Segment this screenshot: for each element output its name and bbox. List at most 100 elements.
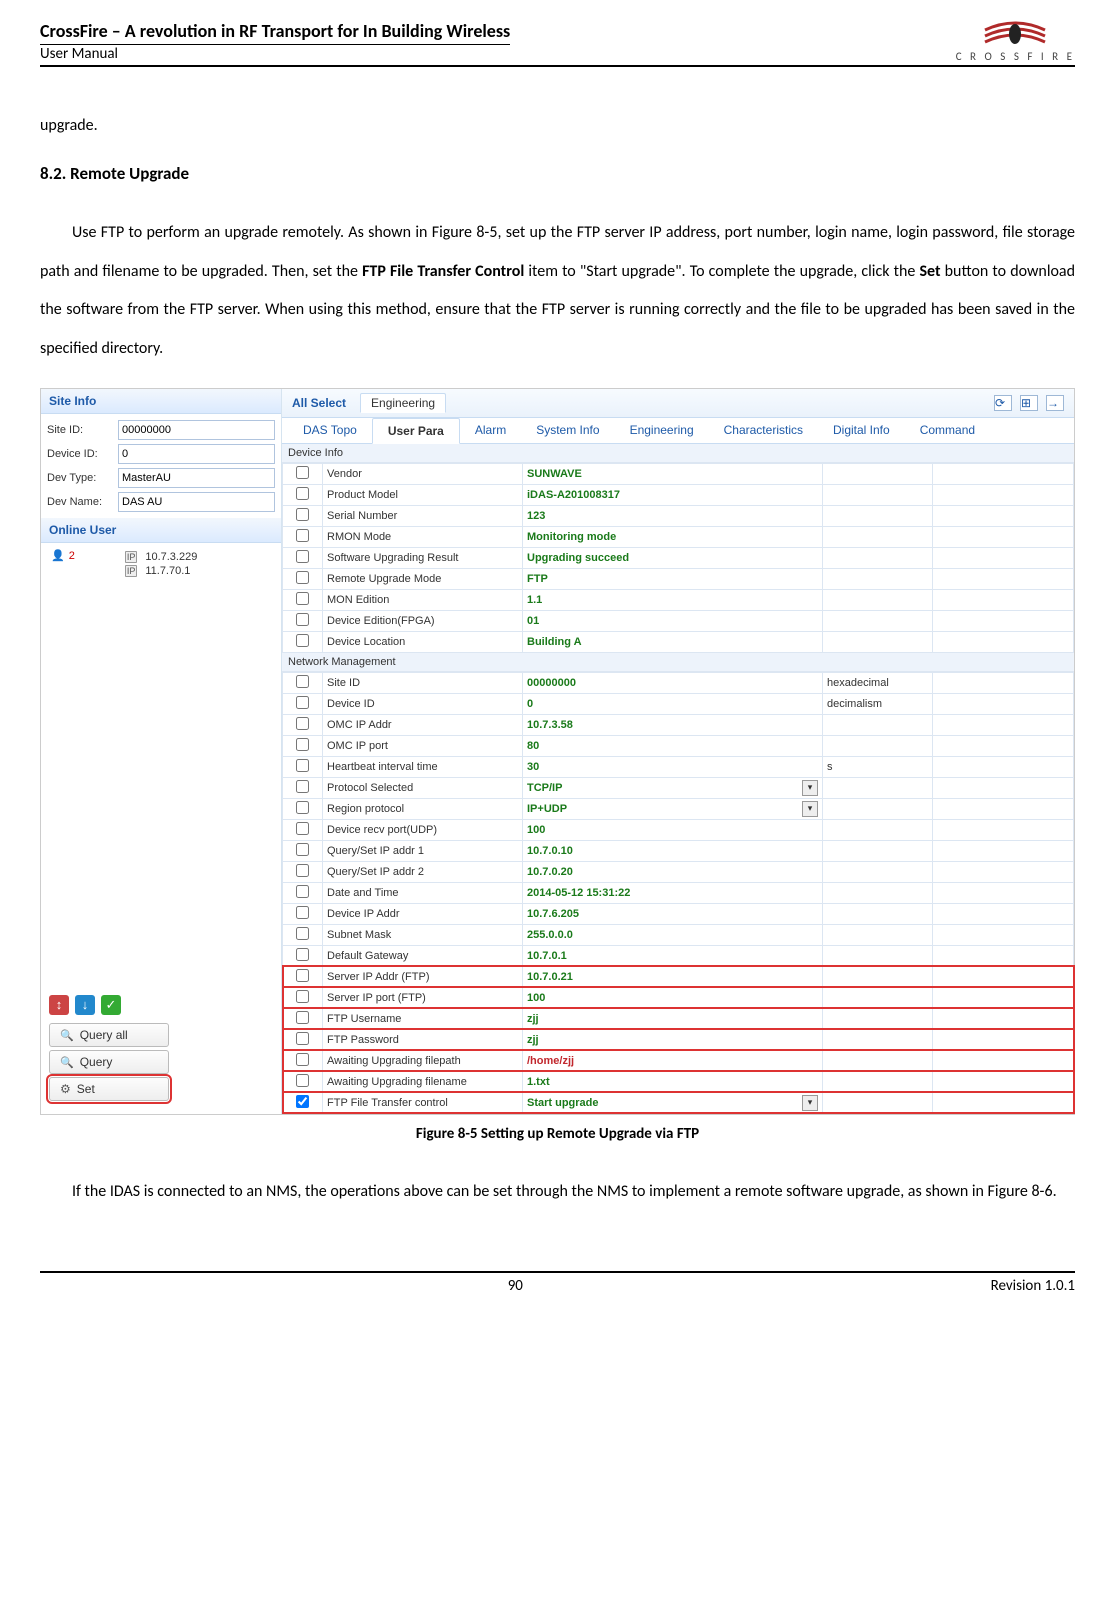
query-all-button[interactable]: Query all <box>49 1023 169 1047</box>
row-checkbox[interactable] <box>296 864 309 877</box>
row-checkbox[interactable] <box>296 592 309 605</box>
dev-type-input[interactable] <box>118 468 275 488</box>
param-value[interactable]: 2014-05-12 15:31:22 <box>523 882 823 903</box>
row-checkbox[interactable] <box>296 717 309 730</box>
row-checkbox[interactable] <box>296 550 309 563</box>
check-icon[interactable]: ✓ <box>101 995 121 1015</box>
all-select-link[interactable]: All Select <box>292 396 346 410</box>
subtab-alarm[interactable]: Alarm <box>460 418 521 443</box>
param-name: OMC IP Addr <box>323 714 523 735</box>
param-value[interactable]: FTP <box>523 568 823 589</box>
site-id-input[interactable] <box>118 420 275 440</box>
row-checkbox[interactable] <box>296 759 309 772</box>
row-checkbox[interactable] <box>296 487 309 500</box>
param-value[interactable]: TCP/IP▾ <box>523 777 823 798</box>
param-unit <box>823 610 933 631</box>
param-name: Region protocol <box>323 798 523 819</box>
row-checkbox[interactable] <box>296 843 309 856</box>
row-checkbox[interactable] <box>296 906 309 919</box>
row-checkbox[interactable] <box>296 613 309 626</box>
row-checkbox[interactable] <box>296 738 309 751</box>
dev-name-input[interactable] <box>118 492 275 512</box>
param-value[interactable]: 80 <box>523 735 823 756</box>
row-checkbox[interactable] <box>296 634 309 647</box>
param-value[interactable]: zjj <box>523 1029 823 1050</box>
param-value[interactable]: Upgrading succeed <box>523 547 823 568</box>
param-value[interactable]: Monitoring mode <box>523 526 823 547</box>
row-checkbox[interactable] <box>296 780 309 793</box>
param-value[interactable]: 10.7.0.21 <box>523 966 823 987</box>
set-button[interactable]: Set <box>49 1077 169 1101</box>
param-unit <box>823 1092 933 1113</box>
subtab-user-para[interactable]: User Para <box>372 418 460 444</box>
param-value[interactable]: 1.1 <box>523 589 823 610</box>
row-checkbox[interactable] <box>296 1074 309 1087</box>
param-value[interactable]: 100 <box>523 819 823 840</box>
export-icon[interactable]: → <box>1046 395 1064 411</box>
row-checkbox[interactable] <box>296 466 309 479</box>
row-checkbox[interactable] <box>296 571 309 584</box>
up-icon[interactable]: ↕ <box>49 995 69 1015</box>
param-value[interactable]: zjj <box>523 1008 823 1029</box>
param-value[interactable]: SUNWAVE <box>523 463 823 484</box>
param-value[interactable]: 30 <box>523 756 823 777</box>
subtab-command[interactable]: Command <box>905 418 990 443</box>
refresh-icon[interactable]: ⟳ <box>994 395 1012 411</box>
row-checkbox[interactable] <box>296 1032 309 1045</box>
param-value[interactable]: 10.7.0.10 <box>523 840 823 861</box>
param-value[interactable]: 10.7.6.205 <box>523 903 823 924</box>
subtab-engineering[interactable]: Engineering <box>615 418 709 443</box>
param-value[interactable]: Building A <box>523 631 823 652</box>
paragraph-1: Use FTP to perform an upgrade remotely. … <box>40 214 1075 368</box>
row-checkbox[interactable] <box>296 885 309 898</box>
table-row: Query/Set IP addr 110.7.0.10 <box>283 840 1074 861</box>
param-value[interactable]: /home/zjj <box>523 1050 823 1071</box>
param-name: Device Edition(FPGA) <box>323 610 523 631</box>
param-name: Device Location <box>323 631 523 652</box>
param-value[interactable]: IP+UDP▾ <box>523 798 823 819</box>
row-checkbox[interactable] <box>296 1095 309 1108</box>
top-tab-engineering[interactable]: Engineering <box>360 393 446 413</box>
param-value[interactable]: 00000000 <box>523 672 823 693</box>
row-checkbox[interactable] <box>296 969 309 982</box>
table-row: Subnet Mask255.0.0.0 <box>283 924 1074 945</box>
row-checkbox[interactable] <box>296 822 309 835</box>
table-row: Server IP port (FTP)100 <box>283 987 1074 1008</box>
subtab-digital-info[interactable]: Digital Info <box>818 418 905 443</box>
param-value[interactable]: iDAS-A201008317 <box>523 484 823 505</box>
page-number: 90 <box>40 1277 991 1295</box>
expand-icon[interactable]: ⊞ <box>1020 395 1038 411</box>
param-value[interactable]: 10.7.0.1 <box>523 945 823 966</box>
param-value[interactable]: 01 <box>523 610 823 631</box>
row-checkbox[interactable] <box>296 948 309 961</box>
chevron-down-icon[interactable]: ▾ <box>802 1095 818 1111</box>
subtab-system-info[interactable]: System Info <box>521 418 614 443</box>
param-value[interactable]: 0 <box>523 693 823 714</box>
param-value[interactable]: 10.7.3.58 <box>523 714 823 735</box>
row-checkbox[interactable] <box>296 1053 309 1066</box>
param-unit <box>823 1008 933 1029</box>
query-button[interactable]: Query <box>49 1050 169 1074</box>
row-checkbox[interactable] <box>296 990 309 1003</box>
param-value[interactable]: 1.txt <box>523 1071 823 1092</box>
param-value[interactable]: 100 <box>523 987 823 1008</box>
row-checkbox[interactable] <box>296 675 309 688</box>
param-value[interactable]: 255.0.0.0 <box>523 924 823 945</box>
table-row: Query/Set IP addr 210.7.0.20 <box>283 861 1074 882</box>
subtab-das-topo[interactable]: DAS Topo <box>288 418 372 443</box>
param-value[interactable]: Start upgrade▾ <box>523 1092 823 1113</box>
row-checkbox[interactable] <box>296 927 309 940</box>
row-checkbox[interactable] <box>296 529 309 542</box>
device-id-input[interactable] <box>118 444 275 464</box>
row-checkbox[interactable] <box>296 696 309 709</box>
param-value[interactable]: 10.7.0.20 <box>523 861 823 882</box>
param-value[interactable]: 123 <box>523 505 823 526</box>
chevron-down-icon[interactable]: ▾ <box>802 801 818 817</box>
row-checkbox[interactable] <box>296 801 309 814</box>
row-checkbox[interactable] <box>296 508 309 521</box>
subtab-characteristics[interactable]: Characteristics <box>709 418 818 443</box>
param-unit <box>823 505 933 526</box>
row-checkbox[interactable] <box>296 1011 309 1024</box>
down-icon[interactable]: ↓ <box>75 995 95 1015</box>
chevron-down-icon[interactable]: ▾ <box>802 780 818 796</box>
